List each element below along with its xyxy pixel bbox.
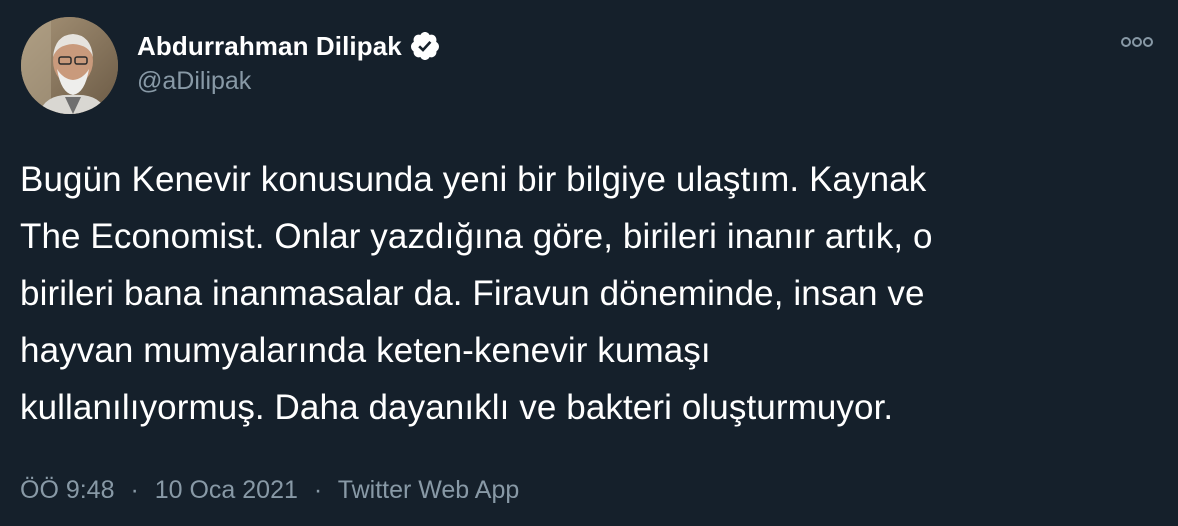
avatar[interactable] (21, 17, 118, 114)
verified-badge-icon (409, 30, 441, 62)
meta-separator: · (130, 476, 139, 504)
name-row: Abdurrahman Dilipak (137, 27, 441, 65)
tweet-date[interactable]: 10 Oca 2021 (155, 476, 298, 504)
meta-separator: · (313, 476, 323, 504)
tweet-text-line: kullanılıyormuş. Daha dayanıklı ve bakte… (20, 388, 894, 427)
tweet-text-line: The Economist. Onlar yazdığına göre, bir… (20, 217, 933, 256)
tweet-meta: ÖÖ 9:48 · 10 Oca 2021 · Twitter Web App (20, 476, 519, 505)
tweet-source-link[interactable]: Twitter Web App (338, 476, 520, 504)
user-handle[interactable]: @aDilipak (137, 67, 441, 96)
display-name[interactable]: Abdurrahman Dilipak (137, 31, 402, 62)
profile-photo-icon (21, 17, 118, 114)
tweet-text-line: Bugün Kenevir konusunda yeni bir bilgiye… (20, 160, 927, 199)
tweet-time[interactable]: ÖÖ 9:48 (20, 476, 115, 504)
tweet-text-line: hayvan mumyalarında keten-kenevir kumaşı (20, 331, 711, 370)
tweet-text: Bugün Kenevir konusunda yeni bir bilgiye… (20, 151, 1160, 436)
user-header: Abdurrahman Dilipak @aDilipak (137, 27, 441, 96)
tweet-text-line: birileri bana inanmasalar da. Firavun dö… (20, 274, 925, 313)
tweet-card: Abdurrahman Dilipak @aDilipak Bugün Kene… (0, 0, 1178, 526)
more-options-button[interactable] (1118, 30, 1156, 54)
more-options-icon (1121, 37, 1153, 47)
